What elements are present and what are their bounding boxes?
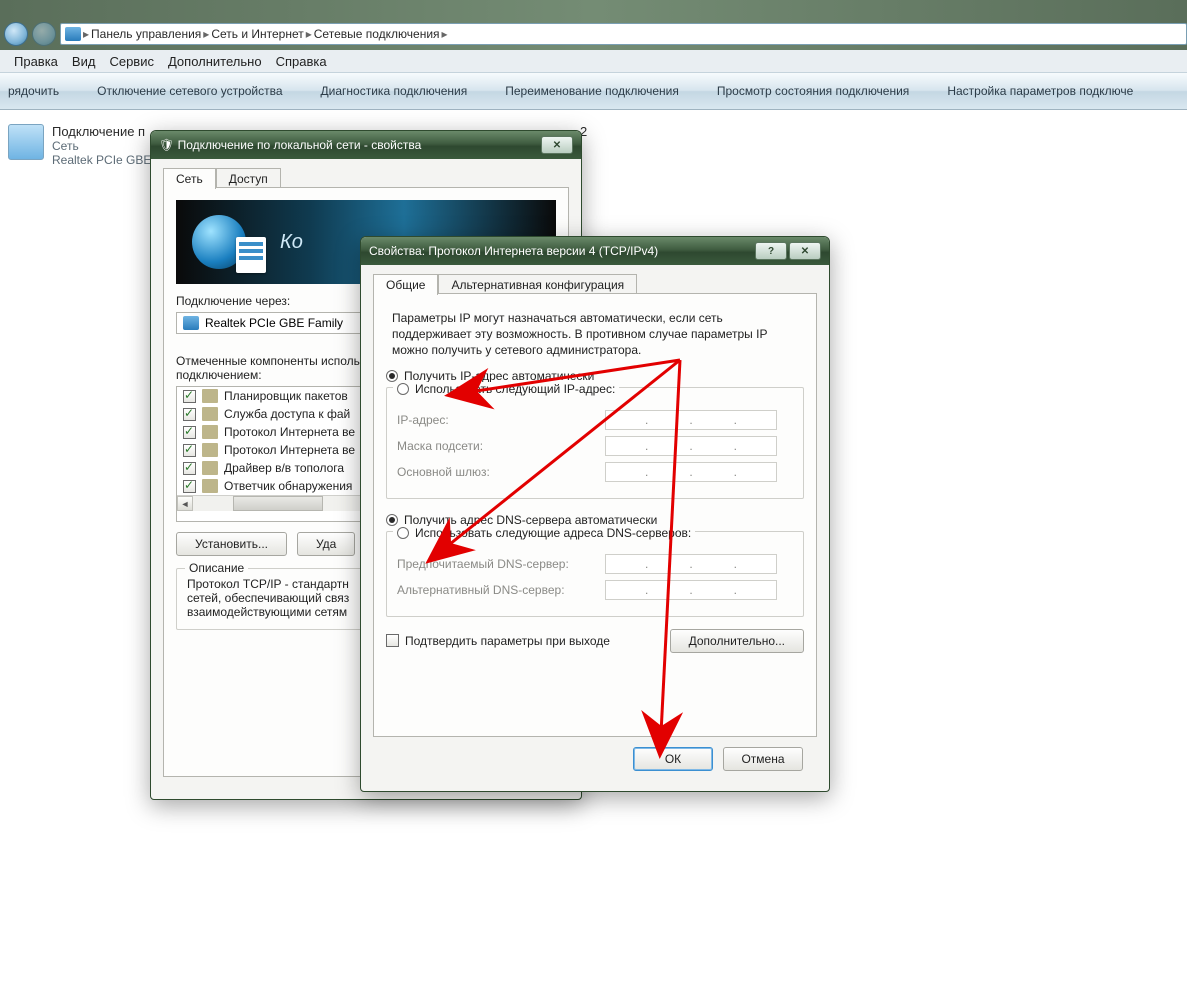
preferred-dns-input[interactable]: ... (605, 554, 777, 574)
gateway-label: Основной шлюз: (397, 465, 597, 479)
nic-icon (183, 316, 199, 330)
dialog-titlebar[interactable]: Свойства: Протокол Интернета версии 4 (T… (361, 237, 829, 265)
radio-icon (397, 527, 409, 539)
manual-dns-group: Использовать следующие адреса DNS-сервер… (386, 531, 804, 617)
address-bar: ▸ Панель управления ▸ Сеть и Интернет ▸ … (0, 22, 1187, 46)
install-button[interactable]: Установить... (176, 532, 287, 556)
component-label: Ответчик обнаружения (224, 479, 352, 493)
ip-input[interactable]: ... (605, 410, 777, 430)
component-label: Протокол Интернета ве (224, 443, 355, 457)
radio-icon (386, 370, 398, 382)
component-checkbox[interactable] (183, 426, 196, 439)
component-label: Планировщик пакетов (224, 389, 348, 403)
toolbar-organize[interactable]: рядочить (8, 84, 59, 98)
preferred-dns-label: Предпочитаемый DNS-сервер: (397, 557, 597, 571)
radio-dns-auto[interactable]: Получить адрес DNS-сервера автоматически (386, 513, 804, 527)
component-icon (202, 443, 218, 457)
component-label: Протокол Интернета ве (224, 425, 355, 439)
toolbar-disable[interactable]: Отключение сетевого устройства (97, 84, 282, 98)
tab-network[interactable]: Сеть (163, 168, 216, 189)
network-adapter-icon (8, 124, 44, 160)
mask-input[interactable]: ... (605, 436, 777, 456)
validate-checkbox[interactable] (386, 634, 399, 647)
tab-access[interactable]: Доступ (216, 168, 281, 189)
radio-dns-manual[interactable]: Использовать следующие адреса DNS-сервер… (393, 526, 695, 540)
dialog-title: Подключение по локальной сети - свойства (178, 138, 422, 152)
close-button[interactable]: ✕ (789, 242, 821, 260)
component-icon (202, 425, 218, 439)
toolbar-status[interactable]: Просмотр состояния подключения (717, 84, 909, 98)
menu-bar: Правка Вид Сервис Дополнительно Справка (0, 50, 1187, 72)
ipv4-properties-dialog: Свойства: Протокол Интернета версии 4 (T… (360, 236, 830, 792)
component-icon (202, 389, 218, 403)
scroll-thumb[interactable] (233, 496, 323, 511)
uninstall-button[interactable]: Уда (297, 532, 355, 556)
radio-icon (386, 514, 398, 526)
component-checkbox[interactable] (183, 408, 196, 421)
breadcrumb-item[interactable]: Сетевые подключения (314, 27, 440, 41)
mask-label: Маска подсети: (397, 439, 597, 453)
tab-general[interactable]: Общие (373, 274, 438, 295)
control-panel-icon (65, 27, 81, 41)
menu-edit[interactable]: Правка (14, 54, 58, 69)
component-icon (202, 407, 218, 421)
gateway-input[interactable]: ... (605, 462, 777, 482)
radio-ip-auto[interactable]: Получить IP-адрес автоматически (386, 369, 804, 383)
help-button[interactable]: ? (755, 242, 787, 260)
component-label: Служба доступа к фай (224, 407, 350, 421)
cancel-button[interactable]: Отмена (723, 747, 803, 771)
component-icon (202, 479, 218, 493)
toolbar-settings[interactable]: Настройка параметров подключе (947, 84, 1133, 98)
breadcrumb-item[interactable]: Панель управления (91, 27, 201, 41)
command-bar: рядочить Отключение сетевого устройства … (0, 72, 1187, 110)
description-title: Описание (185, 561, 248, 575)
forward-button[interactable] (32, 22, 56, 46)
connection-name: Подключение п (52, 124, 151, 139)
menu-help[interactable]: Справка (276, 54, 327, 69)
connection-item[interactable]: Подключение п Сеть Realtek PCIe GBE (8, 124, 151, 167)
toolbar-diagnose[interactable]: Диагностика подключения (321, 84, 468, 98)
component-label: Драйвер в/в тополога (224, 461, 344, 475)
dialog-title: Свойства: Протокол Интернета версии 4 (T… (369, 244, 658, 258)
toolbar-rename[interactable]: Переименование подключения (505, 84, 679, 98)
component-checkbox[interactable] (183, 480, 196, 493)
connection-status: Сеть (52, 139, 151, 153)
dialog-titlebar[interactable]: 🛡 Подключение по локальной сети - свойст… (151, 131, 581, 159)
ip-label: IP-адрес: (397, 413, 597, 427)
component-checkbox[interactable] (183, 390, 196, 403)
alternate-dns-input[interactable]: ... (605, 580, 777, 600)
scroll-left-button[interactable]: ◄ (177, 496, 193, 511)
advanced-button[interactable]: Дополнительно... (670, 629, 804, 653)
breadcrumb-item[interactable]: Сеть и Интернет (211, 27, 303, 41)
validate-label: Подтвердить параметры при выходе (405, 634, 610, 648)
breadcrumb[interactable]: ▸ Панель управления ▸ Сеть и Интернет ▸ … (60, 23, 1187, 45)
banner-text: Ко (280, 231, 303, 254)
close-button[interactable]: ✕ (541, 136, 573, 154)
radio-ip-manual[interactable]: Использовать следующий IP-адрес: (393, 382, 619, 396)
menu-view[interactable]: Вид (72, 54, 96, 69)
clipboard-icon (236, 237, 266, 273)
shield-icon: 🛡 (159, 138, 174, 152)
back-button[interactable] (4, 22, 28, 46)
component-icon (202, 461, 218, 475)
radio-icon (397, 383, 409, 395)
manual-ip-group: Использовать следующий IP-адрес: IP-адре… (386, 387, 804, 499)
component-checkbox[interactable] (183, 444, 196, 457)
menu-advanced[interactable]: Дополнительно (168, 54, 262, 69)
ok-button[interactable]: ОК (633, 747, 713, 771)
adapter-name: Realtek PCIe GBE Family (205, 316, 343, 330)
tab-alternate[interactable]: Альтернативная конфигурация (438, 274, 637, 295)
help-text: Параметры IP могут назначаться автоматич… (392, 310, 798, 359)
component-checkbox[interactable] (183, 462, 196, 475)
menu-service[interactable]: Сервис (109, 54, 154, 69)
alternate-dns-label: Альтернативный DNS-сервер: (397, 583, 597, 597)
connection-device: Realtek PCIe GBE (52, 153, 151, 167)
